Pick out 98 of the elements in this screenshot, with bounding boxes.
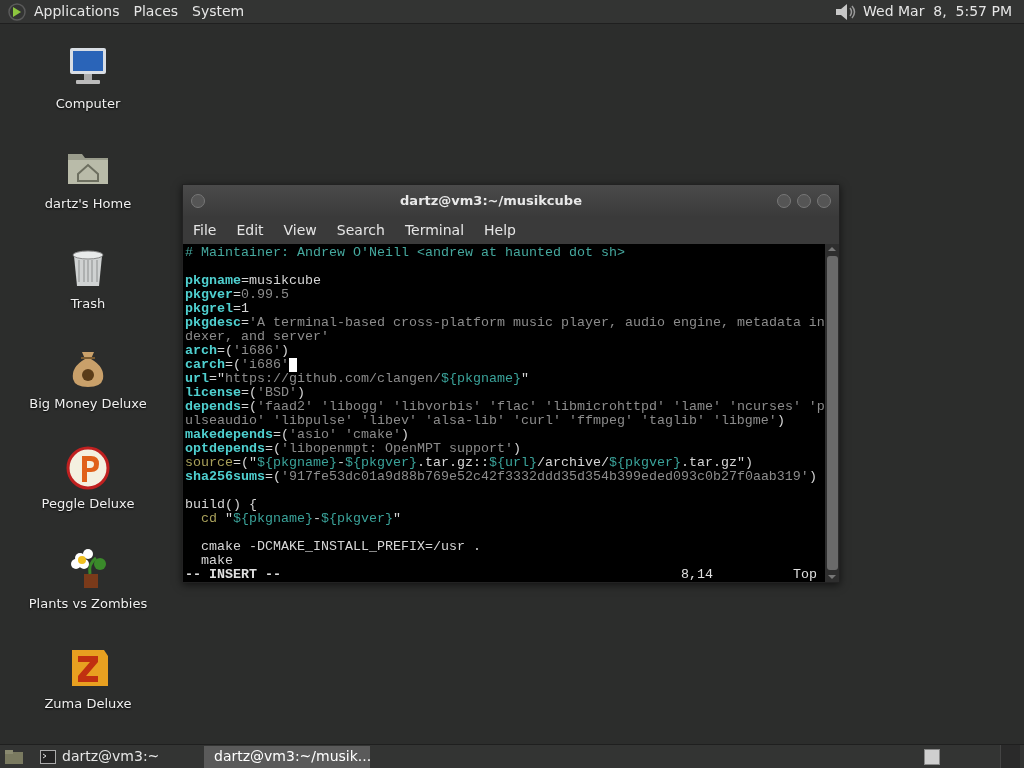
code-text: =1 <box>233 302 249 316</box>
code-text: ulseaudio' 'libpulse' 'libev' 'alsa-lib' 'curl' 'ffmpeg' 'taglib' 'libgme' <box>185 414 777 428</box>
code-text: =( <box>241 400 257 414</box>
code-text: make <box>200 554 233 568</box>
panel-menu[interactable]: Places <box>133 1 179 22</box>
desktop-icon-label[interactable]: Big Money Deluxe <box>29 394 147 414</box>
code-text: pkgname <box>185 274 241 288</box>
distro-logo-icon[interactable] <box>6 1 28 22</box>
desktop-icon-label[interactable]: Zuma Deluxe <box>44 694 132 714</box>
panel-menu[interactable]: System <box>192 1 245 22</box>
code-text: ) <box>297 386 305 400</box>
code-text: carch <box>185 358 225 372</box>
code-text: 'BSD' <box>257 386 297 400</box>
code-text: cmake -DCMAKE_INSTALL_PREFIX=/usr . <box>200 540 481 554</box>
code-text: 'i686' <box>233 344 281 358</box>
code-text: =" <box>209 372 225 386</box>
code-text: optdepends <box>185 442 265 456</box>
taskbar-button[interactable]: dartz@vm3:~/musik... <box>204 745 370 768</box>
code-text: # Maintainer: Andrew O'Neill <andrew at haunted dot sh> <box>185 246 625 260</box>
code-text: ) <box>281 344 289 358</box>
code-text: ${pkgname} <box>233 512 313 526</box>
panel-menu[interactable]: Applications <box>34 1 120 22</box>
code-text: cd <box>200 512 217 526</box>
code-text: '917fe53dc01a9d88b769e52c42f3332ddd35d354b399eded093c0b27f0aab319' <box>281 470 809 484</box>
code-text: 'A terminal-based cross-platform music player, audio engine, metadata in <box>249 316 825 330</box>
code-text: - <box>313 512 321 526</box>
code-text: url <box>185 372 209 386</box>
code-text: " <box>224 512 233 526</box>
code-text: ${pkgname} <box>440 372 521 386</box>
desktop-icon-label[interactable]: Plants vs Zombies <box>28 594 148 614</box>
scroll-thumb[interactable] <box>826 256 838 570</box>
code-text: makedepends <box>185 428 273 442</box>
code-text: = <box>233 288 241 302</box>
code-text: arch <box>185 344 217 358</box>
code-text: build() { <box>185 498 257 512</box>
desktop-icon-label[interactable]: Peggle Deluxe <box>41 494 135 514</box>
code-text: " <box>392 512 401 526</box>
code-text: ) <box>512 442 521 456</box>
scroll-position: Top <box>793 568 817 582</box>
code-text: .tar.gz:: <box>416 456 489 470</box>
menu-item[interactable]: Edit <box>236 219 264 241</box>
show-desktop-icon[interactable] <box>4 748 24 765</box>
code-text: 'faad2' 'libogg' 'libvorbis' 'flac' 'libmicrohttpd' 'lame' 'ncurses' 'p <box>257 400 825 414</box>
code-text: =( <box>217 344 233 358</box>
ball-icon[interactable] <box>64 444 112 492</box>
code-text: source <box>185 456 233 470</box>
terminal-icon <box>40 749 56 764</box>
desktop-icon-label[interactable]: Computer <box>55 94 121 114</box>
code-text: =( <box>273 428 289 442</box>
code-text: 0.99.5 <box>241 288 289 302</box>
mode-indicator: -- INSERT -- <box>185 568 281 582</box>
code-text: =( <box>225 358 241 372</box>
code-text: pkgdesc <box>185 316 241 330</box>
clock[interactable]: Wed Mar 8, 5:57 PM <box>863 1 1012 22</box>
desktop-icon-label[interactable]: Trash <box>70 294 106 314</box>
menu-item[interactable]: Terminal <box>404 219 465 241</box>
code-text: ${pkgname} <box>257 456 337 470</box>
speaker-icon[interactable] <box>833 1 858 22</box>
code-text: - <box>337 456 345 470</box>
code-text: " <box>520 372 529 386</box>
code-text: depends <box>185 400 241 414</box>
code-text: license <box>185 386 241 400</box>
workspace-tile[interactable] <box>1000 744 1020 768</box>
code-text: ${pkgver} <box>321 512 393 526</box>
code-text: 'libopenmpt: OpenMPT support' <box>281 442 513 456</box>
code-text: =( <box>241 386 257 400</box>
code-text: ) <box>808 470 817 484</box>
desktop-icon-label[interactable]: dartz's Home <box>44 194 132 214</box>
code-text: dexer, and server' <box>185 330 329 344</box>
menu-item[interactable]: View <box>283 219 317 241</box>
code-text: pkgrel <box>185 302 233 316</box>
code-text: ${pkgver} <box>345 456 417 470</box>
code-text: ${pkgver} <box>608 456 681 470</box>
workspace-switcher[interactable] <box>924 748 940 765</box>
code-text: ) <box>776 414 785 428</box>
code-text: ${url} <box>488 456 537 470</box>
menu-item[interactable]: Help <box>484 219 516 241</box>
scrollbar[interactable] <box>825 244 839 582</box>
cursor-position: 8,14 <box>681 568 713 582</box>
code-text: =( <box>265 442 281 456</box>
code-text: pkgver <box>185 288 233 302</box>
scroll-down-icon[interactable] <box>827 572 837 582</box>
code-text: = <box>241 316 249 330</box>
code-text: .tar.gz") <box>680 456 753 470</box>
taskbar-button[interactable]: dartz@vm3:~ <box>36 745 202 768</box>
code-text: =musikcube <box>241 274 321 288</box>
code-text: =( <box>265 470 281 484</box>
code-text: =(" <box>233 456 257 470</box>
window-title: dartz@vm3:~/musikcube <box>399 191 583 210</box>
code-text: sha256sums <box>185 470 265 484</box>
menu-item[interactable]: File <box>193 219 217 241</box>
menu-item[interactable]: Search <box>336 219 385 241</box>
code-text: 'i686' <box>241 358 289 372</box>
code-text: 'asio' 'cmake' <box>289 428 401 442</box>
code-text: https://github.com/clangen/ <box>225 372 441 386</box>
terminal-content[interactable] <box>183 244 825 582</box>
code-text: /archive/ <box>536 456 609 470</box>
code-text: ) <box>400 428 409 442</box>
